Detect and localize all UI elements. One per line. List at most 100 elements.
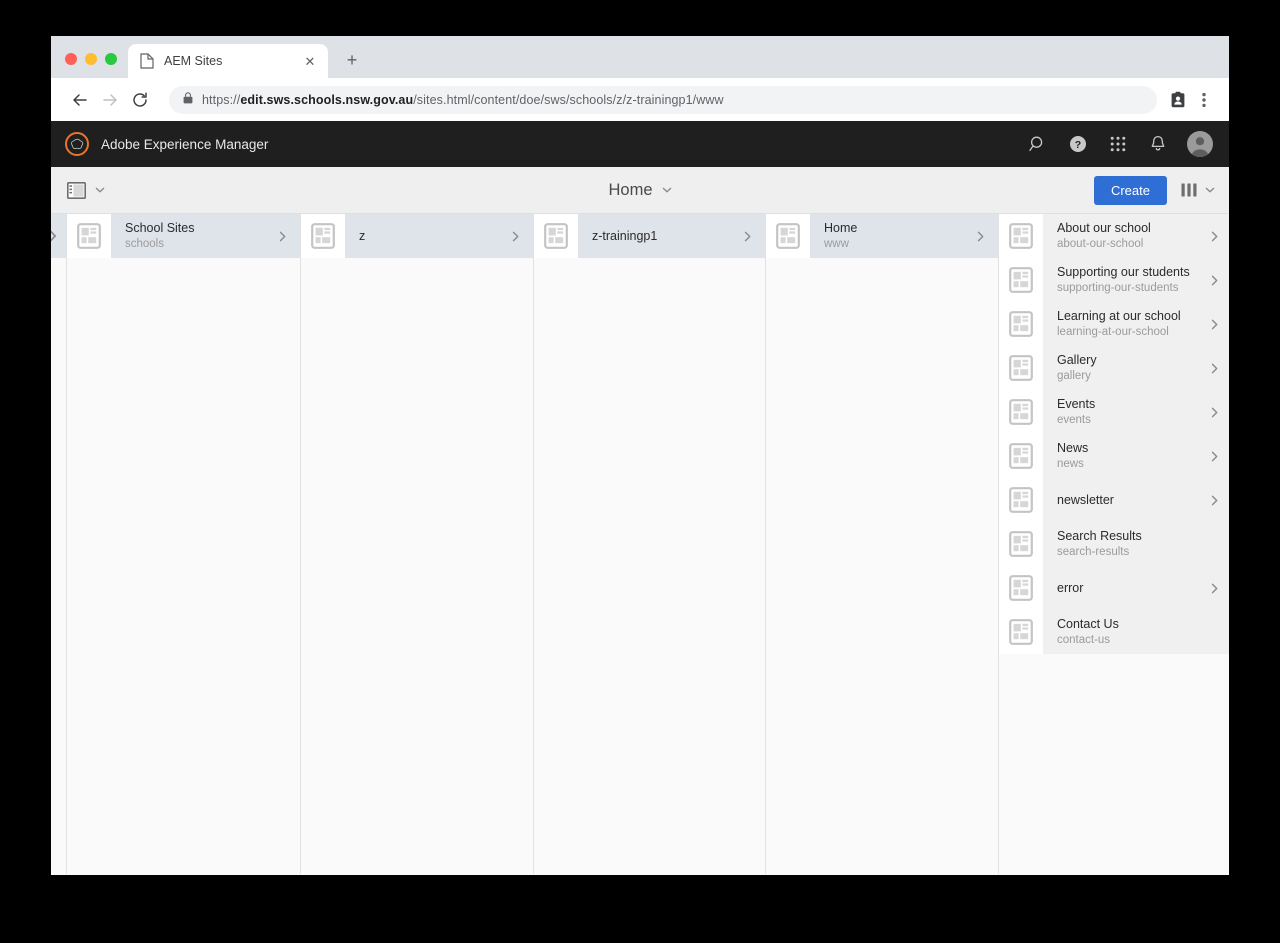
rail-toggle-button[interactable] xyxy=(67,181,105,199)
bell-icon[interactable] xyxy=(1147,133,1169,155)
chevron-right-icon[interactable] xyxy=(1209,407,1220,418)
list-item[interactable]: Events events xyxy=(999,390,1229,434)
close-icon[interactable]: ✕ xyxy=(302,53,318,69)
column-z: z xyxy=(301,214,534,874)
list-item-selected[interactable]: z xyxy=(301,214,533,258)
list-item-text: Supporting our students supporting-our-st… xyxy=(1043,265,1209,295)
toolbar-title-group[interactable]: Home xyxy=(51,181,1229,200)
new-tab-button[interactable]: + xyxy=(338,46,366,74)
page-icon xyxy=(999,390,1043,434)
list-item-title: z-trainingp1 xyxy=(592,228,658,243)
list-item-text: School Sites schools xyxy=(111,221,277,251)
close-window-button[interactable] xyxy=(65,53,77,65)
page-icon xyxy=(999,566,1043,610)
list-item[interactable]: About our school about-our-school xyxy=(999,214,1229,258)
page-icon xyxy=(999,522,1043,566)
minimize-window-button[interactable] xyxy=(85,53,97,65)
list-item[interactable]: newsletter xyxy=(999,478,1229,522)
chevron-right-icon[interactable] xyxy=(1209,319,1220,330)
back-icon[interactable] xyxy=(65,85,95,115)
help-icon[interactable]: ? xyxy=(1067,133,1089,155)
aem-header-actions: ? xyxy=(1027,131,1213,157)
browser-tab-strip: AEM Sites ✕ + xyxy=(51,36,1229,78)
aem-application: Adobe Experience Manager ? Home Create S… xyxy=(51,121,1229,875)
page-icon xyxy=(999,478,1043,522)
page-icon xyxy=(301,214,345,258)
aem-toolbar: Home Create xyxy=(51,167,1229,214)
apps-grid-icon[interactable] xyxy=(1107,133,1129,155)
list-item-selected[interactable]: z-trainingp1 xyxy=(534,214,765,258)
chevron-right-icon[interactable] xyxy=(1209,583,1220,594)
chevron-right-icon[interactable] xyxy=(1209,451,1220,462)
profile-card-icon[interactable] xyxy=(1165,87,1191,113)
list-item-subtitle: news xyxy=(1057,458,1084,470)
chevron-right-icon[interactable] xyxy=(1209,363,1220,374)
chevron-right-icon[interactable] xyxy=(1209,275,1220,286)
list-item[interactable]: Search Results search-results xyxy=(999,522,1229,566)
page-icon xyxy=(766,214,810,258)
list-item-text: Gallery gallery xyxy=(1043,353,1209,383)
list-item-text: Home www xyxy=(810,221,975,251)
list-item-title: Learning at our school xyxy=(1057,309,1181,323)
list-item-text: About our school about-our-school xyxy=(1043,221,1209,251)
chevron-right-icon[interactable] xyxy=(277,231,288,242)
list-item-text: newsletter xyxy=(1043,493,1209,508)
search-icon[interactable] xyxy=(1027,133,1049,155)
create-button[interactable]: Create xyxy=(1093,175,1167,205)
url-text: https://edit.sws.schools.nsw.gov.au/site… xyxy=(202,93,724,107)
column-browser: School Sites schools z z-trainingp1 Home w… xyxy=(51,214,1229,874)
svg-text:?: ? xyxy=(1075,139,1081,151)
list-item[interactable]: News news xyxy=(999,434,1229,478)
column-school-sites: School Sites schools xyxy=(67,214,301,874)
list-item[interactable]: Supporting our students supporting-our-st… xyxy=(999,258,1229,302)
column-view-icon xyxy=(1181,183,1197,197)
list-item[interactable]: Contact Us contact-us xyxy=(999,610,1229,654)
page-icon xyxy=(999,610,1043,654)
list-item-selected[interactable]: School Sites schools xyxy=(67,214,300,258)
list-item-text: error xyxy=(1043,581,1209,596)
chevron-right-icon[interactable] xyxy=(510,231,521,242)
list-item[interactable] xyxy=(51,214,67,258)
list-item[interactable]: error xyxy=(999,566,1229,610)
three-dot-menu-icon[interactable] xyxy=(1191,87,1217,113)
page-title: Home xyxy=(608,180,653,199)
maximize-window-button[interactable] xyxy=(105,53,117,65)
list-item-subtitle: search-results xyxy=(1057,546,1130,558)
list-item-title: error xyxy=(1057,580,1084,595)
forward-icon[interactable] xyxy=(95,85,125,115)
browser-tab[interactable]: AEM Sites ✕ xyxy=(128,44,328,78)
page-icon xyxy=(999,258,1043,302)
list-item[interactable]: Gallery gallery xyxy=(999,346,1229,390)
adobe-experience-manager-logo[interactable] xyxy=(65,132,89,156)
list-item-text: News news xyxy=(1043,441,1209,471)
chevron-down-icon xyxy=(95,185,105,195)
list-item-title: z xyxy=(359,228,366,243)
page-icon xyxy=(999,434,1043,478)
chevron-right-icon[interactable] xyxy=(1209,495,1220,506)
chevron-right-icon[interactable] xyxy=(742,231,753,242)
aem-header: Adobe Experience Manager ? xyxy=(51,121,1229,167)
url-bar[interactable]: https://edit.sws.schools.nsw.gov.au/site… xyxy=(169,85,1157,114)
list-item-subtitle: about-our-school xyxy=(1057,238,1144,250)
list-item-subtitle: events xyxy=(1057,414,1091,426)
avatar[interactable] xyxy=(1187,131,1213,157)
chevron-right-icon[interactable] xyxy=(975,231,986,242)
list-item-title: School Sites xyxy=(125,221,195,235)
list-item[interactable]: Learning at our school learning-at-our-sc… xyxy=(999,302,1229,346)
page-icon xyxy=(999,302,1043,346)
list-item-text: Contact Us contact-us xyxy=(1043,617,1209,647)
list-item-text: Events events xyxy=(1043,397,1209,427)
view-switcher[interactable] xyxy=(1181,183,1215,197)
lock-icon xyxy=(183,91,193,109)
list-item-selected[interactable]: Home www xyxy=(766,214,998,258)
list-item-text: Learning at our school learning-at-our-sc… xyxy=(1043,309,1209,339)
page-icon xyxy=(140,53,154,69)
toolbar-right-actions: Create xyxy=(1093,175,1215,205)
reload-icon[interactable] xyxy=(125,85,155,115)
list-item-title: Home xyxy=(824,221,858,235)
window-traffic-lights xyxy=(51,53,128,78)
chevron-right-icon[interactable] xyxy=(1209,231,1220,242)
list-item-title: Contact Us xyxy=(1057,617,1119,631)
list-item-subtitle: learning-at-our-school xyxy=(1057,326,1169,338)
list-item-subtitle: contact-us xyxy=(1057,634,1111,646)
